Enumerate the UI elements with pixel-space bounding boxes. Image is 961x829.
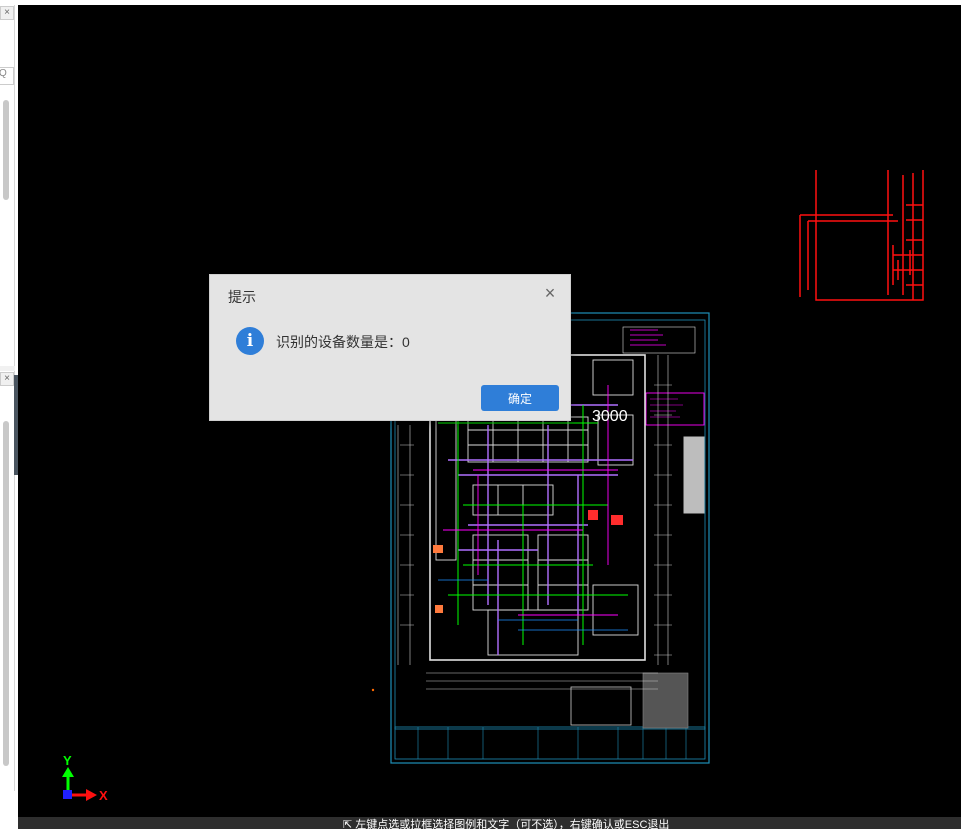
panel-scrollbar[interactable] <box>3 421 9 766</box>
prompt-dialog: 提示 × i 识别的设备数量是：0 确定 <box>209 274 571 421</box>
panel-close-icon[interactable]: × <box>0 6 14 20</box>
dimension-text: 3000 <box>592 408 628 425</box>
panel-search-input[interactable]: Q <box>0 67 14 85</box>
command-status-bar: ⇱ 左键点选或拉框选择图例和文字（可不选），右键确认或ESC退出 <box>18 817 961 829</box>
panel-scrollbar[interactable] <box>3 100 9 200</box>
left-bottom-strip <box>0 791 18 829</box>
info-icon: i <box>236 327 264 355</box>
dialog-message: 识别的设备数量是：0 <box>276 334 410 350</box>
red-detail-drawing <box>799 170 924 301</box>
left-panel-bottom: × <box>0 371 15 791</box>
command-prompt-text: ⇱ 左键点选或拉框选择图例和文字（可不选），右键确认或ESC退出 <box>343 819 670 829</box>
dialog-title: 提示 <box>228 289 256 305</box>
panel-close-icon[interactable]: × <box>0 372 14 386</box>
close-icon[interactable]: × <box>542 284 558 302</box>
ucs-axis-icon: Y X <box>62 753 108 803</box>
search-icon: Q <box>0 68 7 79</box>
ok-button[interactable]: 确定 <box>481 385 559 411</box>
x-axis-label: X <box>99 788 108 803</box>
left-panel-top: × Q <box>0 5 15 366</box>
y-axis-label: Y <box>63 753 72 768</box>
